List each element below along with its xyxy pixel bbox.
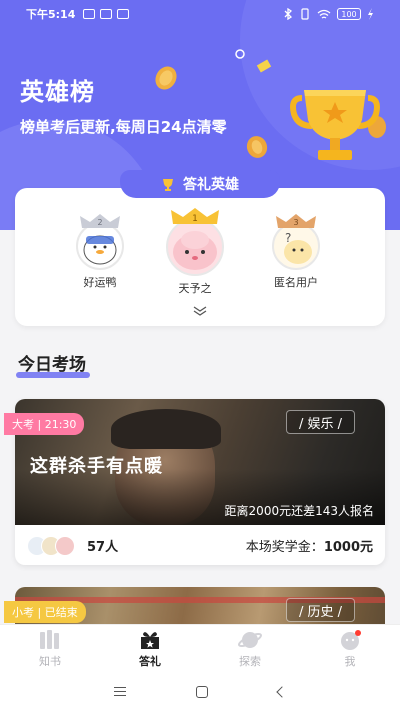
exam-signup-note: 距离2000元还差143人报名 xyxy=(224,504,374,518)
battery-icon: 100 xyxy=(337,8,361,20)
status-time: 下午5:14 xyxy=(26,8,76,21)
participant-count: 57人 xyxy=(87,540,119,555)
participant-avatars xyxy=(27,535,75,556)
app-screen: 下午5:14 100 英雄榜 榜单考后更新,每周日24点清零 答礼英雄 2 好运… xyxy=(0,0,400,711)
page-title: 英雄榜 xyxy=(20,78,95,106)
bluetooth-icon xyxy=(284,8,293,20)
hero-user-rank-3[interactable]: 3 ? 匿名用户 xyxy=(272,212,320,290)
svg-text:?: ? xyxy=(285,231,291,245)
hero-user-rank-2[interactable]: 2 好运鸭 xyxy=(76,212,124,290)
bottom-nav: 知书 答礼 探索 我 xyxy=(0,624,400,672)
confetti-icon xyxy=(235,49,245,59)
video-icon xyxy=(117,9,130,19)
exam-tag: 小考 | 已结束 xyxy=(4,601,86,623)
svg-text:3: 3 xyxy=(293,218,298,227)
menu-icon[interactable] xyxy=(114,687,126,696)
coin-icon xyxy=(155,66,177,90)
avatar xyxy=(55,535,75,556)
charging-icon xyxy=(368,8,373,20)
nav-item-zhishu[interactable]: 知书 xyxy=(0,625,100,672)
nav-label: 知书 xyxy=(39,654,61,668)
app-notification-icon xyxy=(100,9,113,19)
back-icon[interactable] xyxy=(276,685,288,698)
crown-bronze-icon: 3 xyxy=(276,214,316,228)
heroes-tab[interactable]: 答礼英雄 xyxy=(120,170,280,198)
svg-text:2: 2 xyxy=(97,218,102,227)
confetti-icon xyxy=(256,59,272,73)
coin-icon xyxy=(246,136,268,158)
chevron-down-icon[interactable] xyxy=(192,306,208,316)
system-nav-bar xyxy=(0,672,400,711)
cup-icon xyxy=(163,179,173,191)
nav-item-tansuo[interactable]: 探索 xyxy=(200,625,300,672)
section-title: 今日考场 xyxy=(18,355,86,375)
nav-label: 探索 xyxy=(239,654,261,668)
avatar xyxy=(166,218,224,276)
vibrate-icon xyxy=(301,8,309,20)
notification-icon xyxy=(83,9,96,19)
exam-category: / 娱乐 / xyxy=(286,410,356,434)
home-icon[interactable] xyxy=(196,685,208,698)
nav-label: 我 xyxy=(344,654,356,668)
gift-icon xyxy=(141,631,159,649)
books-icon xyxy=(40,629,59,649)
hero-user-name: 匿名用户 xyxy=(274,276,318,289)
nav-item-dali[interactable]: 答礼 xyxy=(100,625,200,672)
prize-value: 1000元 xyxy=(323,540,373,555)
planet-icon xyxy=(238,631,262,648)
wifi-icon xyxy=(317,9,331,19)
prize-label: 本场奖学金： xyxy=(245,540,324,555)
exam-category: / 历史 / xyxy=(286,598,356,622)
prize-amount: 本场奖学金：1000元 xyxy=(246,536,373,555)
hero-user-name: 好运鸭 xyxy=(83,276,117,289)
hero-user-name: 天予之 xyxy=(178,282,212,295)
crown-silver-icon: 2 xyxy=(80,214,120,228)
status-bar: 下午5:14 100 xyxy=(0,0,400,28)
nav-item-profile[interactable]: 我 xyxy=(300,625,400,672)
cover-figure-hair xyxy=(111,409,221,449)
trophy-icon xyxy=(290,90,380,160)
profile-icon xyxy=(341,629,361,650)
status-right: 100 xyxy=(284,8,374,20)
page-subtitle: 榜单考后更新,每周日24点清零 xyxy=(20,118,227,136)
nav-label: 答礼 xyxy=(139,654,161,668)
heroes-tab-label: 答礼英雄 xyxy=(183,177,239,193)
hero-user-rank-1[interactable]: 1 天予之 xyxy=(166,206,224,296)
crown-gold-icon: 1 xyxy=(171,208,219,224)
exam-footer: 57人 本场奖学金：1000元 xyxy=(15,526,385,565)
svg-text:1: 1 xyxy=(192,214,198,224)
exam-tag: 大考 | 21:30 xyxy=(4,413,85,435)
exam-title: 这群杀手有点暖 xyxy=(30,456,163,477)
